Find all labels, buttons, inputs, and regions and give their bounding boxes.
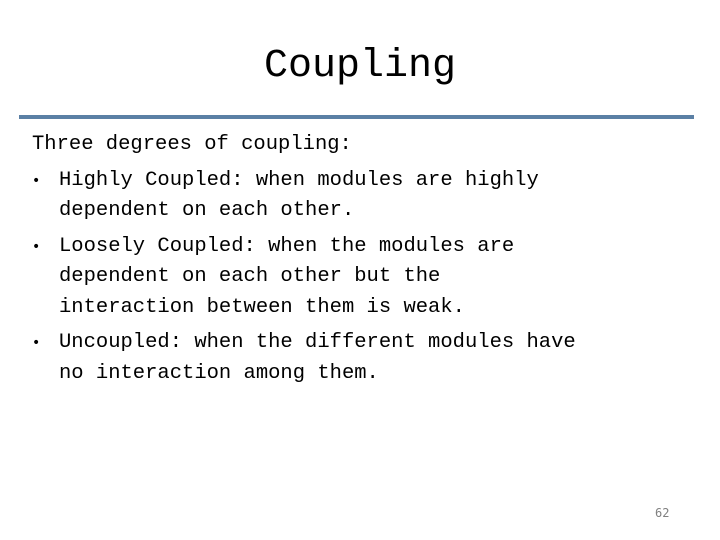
bullet-icon: • bbox=[32, 172, 41, 189]
bullet-line: no interaction among them. bbox=[59, 361, 379, 385]
slide-body: Three degrees of coupling: • Highly Coup… bbox=[32, 130, 702, 389]
bullet-line: interaction between them is weak. bbox=[59, 295, 465, 319]
bullet-item-highly-coupled: • Highly Coupled: when modules are highl… bbox=[32, 166, 702, 227]
bullet-icon: • bbox=[32, 335, 41, 351]
bullet-line: Highly Coupled: when modules are highly bbox=[59, 168, 539, 192]
bullet-list: • Highly Coupled: when modules are highl… bbox=[32, 166, 702, 390]
bullet-icon: • bbox=[32, 238, 41, 255]
bullet-line: Loosely Coupled: when the modules are bbox=[59, 234, 515, 258]
page-number: 62 bbox=[655, 506, 670, 520]
bullet-item-uncoupled: • Uncoupled: when the different modules … bbox=[32, 328, 702, 389]
title-divider bbox=[19, 115, 694, 119]
bullet-line: dependent on each other. bbox=[59, 199, 355, 222]
intro-text: Three degrees of coupling: bbox=[32, 133, 352, 156]
bullet-item-loosely-coupled: • Loosely Coupled: when the modules are … bbox=[32, 232, 702, 324]
slide-title: Coupling bbox=[263, 44, 457, 89]
bullet-line: Uncoupled: when the different modules ha… bbox=[59, 331, 576, 354]
bullet-line: dependent on each other but the bbox=[59, 265, 441, 288]
